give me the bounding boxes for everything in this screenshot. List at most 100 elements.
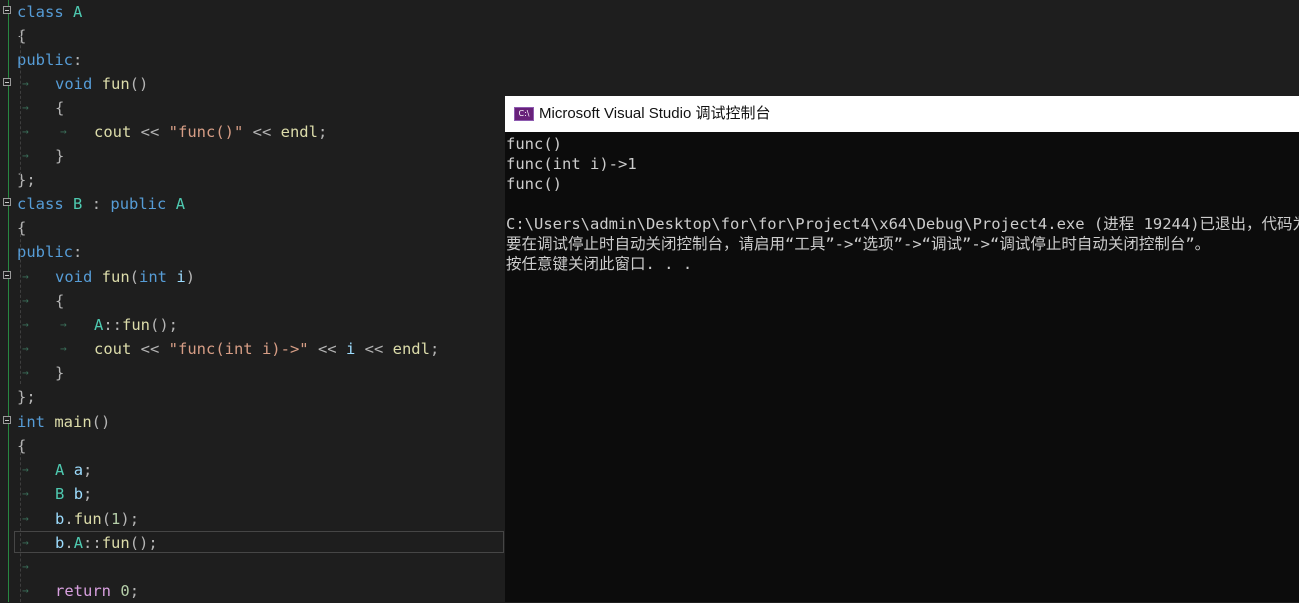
code-token: main bbox=[54, 413, 92, 431]
code-token: int bbox=[17, 413, 45, 431]
code-token: ( bbox=[129, 268, 140, 286]
code-line[interactable]: public: bbox=[0, 240, 500, 264]
indent-guide bbox=[20, 224, 21, 384]
fold-toggle-icon[interactable] bbox=[3, 271, 11, 279]
whitespace-tab-icon: → bbox=[22, 560, 29, 573]
code-line[interactable]: public: bbox=[0, 48, 500, 72]
code-line[interactable]: → → cout << "func(int i)->" << i << endl; bbox=[0, 337, 500, 361]
code-text: void fun() bbox=[55, 72, 148, 96]
console-output-line: 按任意键关闭此窗口. . . bbox=[506, 255, 693, 273]
code-line[interactable]: { bbox=[0, 24, 500, 48]
code-line[interactable]: →} bbox=[0, 361, 500, 385]
code-text: return 0; bbox=[55, 579, 139, 603]
code-line[interactable]: → A a; bbox=[0, 458, 500, 482]
code-token: ; bbox=[83, 461, 93, 479]
whitespace-tab-icon: → bbox=[22, 318, 29, 331]
code-token: B bbox=[55, 485, 65, 503]
code-text: { bbox=[17, 24, 26, 48]
code-line[interactable]: class B : public A bbox=[0, 192, 500, 216]
code-text: { bbox=[17, 216, 26, 240]
code-line[interactable]: → → cout << "func()" << endl; bbox=[0, 120, 500, 144]
whitespace-tab-icon: → bbox=[60, 342, 67, 355]
code-token: public bbox=[110, 195, 167, 213]
code-line[interactable]: int main() bbox=[0, 410, 500, 434]
fold-toggle-icon[interactable] bbox=[3, 198, 11, 206]
code-token: : bbox=[73, 243, 83, 261]
code-line[interactable]: → → A::fun(); bbox=[0, 313, 500, 337]
whitespace-tab-icon: → bbox=[22, 487, 29, 500]
code-token: () bbox=[129, 75, 149, 93]
code-token: public bbox=[17, 243, 73, 261]
code-token: endl bbox=[280, 123, 318, 141]
code-line[interactable]: { bbox=[0, 216, 500, 240]
code-token: (); bbox=[150, 316, 179, 334]
code-token: : bbox=[82, 195, 111, 213]
code-token: A bbox=[94, 316, 104, 334]
code-text: } bbox=[55, 361, 64, 385]
whitespace-tab-icon: → bbox=[60, 318, 67, 331]
code-text: void fun(int i) bbox=[55, 265, 195, 289]
code-token: fun bbox=[101, 268, 130, 286]
code-line[interactable]: }; bbox=[0, 385, 500, 409]
code-token: return bbox=[55, 582, 111, 600]
code-token: . bbox=[64, 510, 74, 528]
code-token: cout bbox=[94, 340, 132, 358]
console-titlebar[interactable]: C:\ Microsoft Visual Studio 调试控制台 bbox=[505, 96, 1299, 132]
code-token: ); bbox=[120, 510, 140, 528]
code-line[interactable]: →{ bbox=[0, 289, 500, 313]
fold-toggle-icon[interactable] bbox=[3, 416, 11, 424]
whitespace-tab-icon: → bbox=[22, 101, 29, 114]
debug-console-window[interactable]: C:\ Microsoft Visual Studio 调试控制台 func()… bbox=[505, 96, 1299, 602]
code-token: : bbox=[73, 51, 83, 69]
code-line[interactable]: → b.fun(1); bbox=[0, 507, 500, 531]
whitespace-tab-icon: → bbox=[22, 342, 29, 355]
whitespace-tab-icon: → bbox=[22, 584, 29, 597]
indent-guide bbox=[20, 30, 21, 180]
code-text: { bbox=[55, 289, 64, 313]
code-line[interactable]: →} bbox=[0, 144, 500, 168]
code-text: b.A::fun(); bbox=[55, 531, 158, 555]
code-line[interactable]: → void fun() bbox=[0, 72, 500, 96]
code-line[interactable]: → B b; bbox=[0, 482, 500, 506]
code-line[interactable]: → void fun(int i) bbox=[0, 265, 500, 289]
code-token: A bbox=[55, 461, 65, 479]
code-text: B b; bbox=[55, 482, 92, 506]
code-token: ; bbox=[129, 582, 140, 600]
code-line[interactable]: → return 0; bbox=[0, 579, 500, 603]
code-token: :: bbox=[83, 534, 102, 552]
code-token: 1 bbox=[111, 510, 121, 528]
console-output-line: func(int i)->1 bbox=[506, 155, 637, 173]
fold-toggle-icon[interactable] bbox=[3, 6, 11, 14]
code-text: A::fun(); bbox=[94, 313, 178, 337]
code-token: public bbox=[17, 51, 73, 69]
code-text: { bbox=[17, 434, 26, 458]
code-line[interactable]: → b.A::fun(); bbox=[0, 531, 500, 555]
code-line[interactable]: { bbox=[0, 434, 500, 458]
code-token: void bbox=[55, 75, 93, 93]
code-text: A a; bbox=[55, 458, 92, 482]
code-token: { bbox=[17, 437, 27, 455]
code-token: :: bbox=[103, 316, 123, 334]
code-token: b bbox=[55, 510, 65, 528]
whitespace-tab-icon: → bbox=[22, 77, 29, 90]
code-line[interactable]: class A bbox=[0, 0, 500, 24]
code-text: }; bbox=[17, 385, 36, 409]
code-text: cout << "func()" << endl; bbox=[94, 120, 327, 144]
code-line[interactable]: →{ bbox=[0, 96, 500, 120]
code-token: b bbox=[55, 534, 65, 552]
code-token: << bbox=[131, 123, 169, 141]
fold-toggle-icon[interactable] bbox=[3, 78, 11, 86]
code-text: cout << "func(int i)->" << i << endl; bbox=[94, 337, 439, 361]
code-token: (); bbox=[129, 534, 158, 552]
code-line[interactable]: }; bbox=[0, 168, 500, 192]
console-output[interactable]: func() func(int i)->1 func() C:\Users\admin… bbox=[505, 132, 1299, 602]
code-text: public: bbox=[17, 240, 82, 264]
code-token: { bbox=[17, 27, 27, 45]
code-line[interactable]: → bbox=[0, 555, 500, 579]
code-token: ; bbox=[317, 123, 328, 141]
code-token: . bbox=[64, 534, 74, 552]
